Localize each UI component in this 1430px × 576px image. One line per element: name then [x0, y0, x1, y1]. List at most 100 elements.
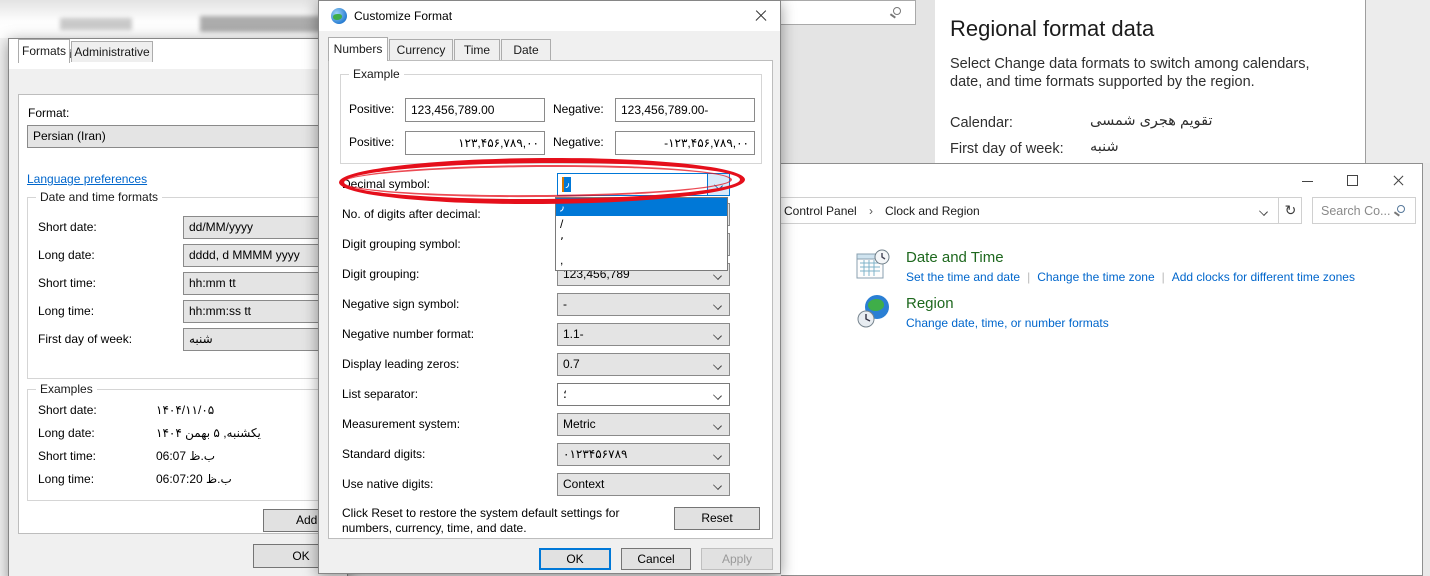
ex-long-date-value: یکشنبه, ۵ بهمن ۱۴۰۴	[156, 426, 261, 440]
use-native-digits-label: Use native digits:	[342, 477, 433, 491]
ok-button[interactable]: OK	[539, 548, 611, 570]
breadcrumb-current[interactable]: Clock and Region	[885, 204, 980, 218]
short-time-label: Short time:	[38, 276, 96, 290]
format-combobox[interactable]: Persian (Iran)	[27, 125, 333, 148]
positive-example-field: 123,456,789.00	[405, 98, 545, 122]
date-and-time-icon[interactable]	[855, 248, 891, 284]
display-leading-zeros-label: Display leading zeros:	[342, 357, 459, 371]
customize-format-dialog: Customize Format Numbers Currency Time D…	[318, 0, 781, 574]
tab-administrative[interactable]: Administrative	[71, 41, 153, 62]
positive-native-field: ۱۲۳,۴۵۶,۷۸۹,۰۰	[405, 131, 545, 155]
long-time-combobox[interactable]: hh:mm:ss tt	[183, 300, 325, 323]
maximize-icon	[1347, 175, 1358, 186]
region-link[interactable]: Region	[906, 295, 954, 312]
measurement-system-combobox[interactable]: Metric	[557, 413, 730, 436]
region-icon[interactable]	[857, 294, 893, 330]
cancel-button[interactable]: Cancel	[621, 548, 691, 570]
dropdown-option[interactable]: /	[556, 216, 727, 234]
long-date-combobox[interactable]: dddd, d MMMM yyyy	[183, 244, 325, 267]
digit-grouping-symbol-label: Digit grouping symbol:	[342, 237, 461, 251]
tab-numbers[interactable]: Numbers	[328, 37, 388, 61]
chevron-down-icon	[713, 331, 722, 340]
negative-label: Negative:	[553, 135, 604, 149]
customize-dialog-title: Customize Format	[354, 9, 452, 23]
long-time-label: Long time:	[38, 304, 94, 318]
tab-currency[interactable]: Currency	[389, 39, 453, 60]
short-time-combobox[interactable]: hh:mm tt	[183, 272, 325, 295]
group-title: Example	[349, 67, 404, 81]
maximize-button[interactable]	[1336, 171, 1370, 191]
address-bar[interactable]: Control Panel › Clock and Region ↻	[781, 197, 1302, 224]
list-separator-combobox[interactable]: ؛	[557, 383, 730, 406]
first-day-value: شنبه	[1090, 139, 1119, 155]
short-date-combobox[interactable]: dd/MM/yyyy	[183, 216, 325, 239]
first-day-combobox[interactable]: شنبه	[183, 328, 325, 351]
change-formats-link[interactable]: Change date, time, or number formats	[906, 316, 1109, 330]
ex-short-time-label: Short time:	[38, 449, 96, 463]
datetime-formats-group: Date and time formats Short date: dd/MM/…	[27, 197, 325, 379]
minimize-button[interactable]	[1291, 171, 1325, 191]
negative-sign-symbol-combobox[interactable]: -	[557, 293, 730, 316]
tab-date[interactable]: Date	[501, 39, 551, 60]
numbers-tab-page: Example Positive: 123,456,789.00 Negativ…	[328, 60, 773, 539]
negative-number-format-label: Negative number format:	[342, 327, 474, 341]
short-date-label: Short date:	[38, 220, 97, 234]
positive-label: Positive:	[349, 135, 394, 149]
negative-native-field: -۱۲۳,۴۵۶,۷۸۹,۰۰	[615, 131, 755, 155]
chevron-down-icon	[713, 361, 722, 370]
long-date-label: Long date:	[38, 248, 95, 262]
dropdown-option[interactable]: ٬	[556, 234, 727, 252]
standard-digits-combobox[interactable]: ۰۱۲۳۴۵۶۷۸۹	[557, 443, 730, 466]
apply-button[interactable]: Apply	[701, 548, 773, 570]
decimal-symbol-dropdown-list: ٫ / ٬ ,	[555, 197, 728, 271]
set-time-date-link[interactable]: Set the time and date	[906, 270, 1020, 284]
background-search-box[interactable]	[770, 0, 916, 25]
search-icon	[1397, 205, 1405, 213]
language-preferences-link[interactable]: Language preferences	[27, 172, 147, 186]
ex-short-date-value: ۱۴۰۴/۱۱/۰۵	[156, 403, 214, 417]
use-native-digits-combobox[interactable]: Context	[557, 473, 730, 496]
control-panel-search-input[interactable]: Search Co...	[1312, 197, 1416, 224]
dropdown-option[interactable]: ,	[556, 252, 727, 270]
close-button[interactable]	[1381, 171, 1415, 191]
search-placeholder: Search Co...	[1321, 204, 1390, 218]
ex-short-time-value: 06:07 ب.ظ	[156, 449, 215, 463]
desktop-strip	[1366, 0, 1430, 163]
group-title: Date and time formats	[36, 190, 162, 204]
standard-digits-label: Standard digits:	[342, 447, 425, 461]
calendar-label: Calendar:	[950, 115, 1013, 131]
chevron-down-icon	[713, 421, 722, 430]
settings-regional-format-panel: Regional format data Select Change data …	[935, 0, 1366, 163]
digit-grouping-label: Digit grouping:	[342, 267, 419, 281]
negative-number-format-combobox[interactable]: 1.1-	[557, 323, 730, 346]
add-clocks-link[interactable]: Add clocks for different time zones	[1172, 270, 1355, 284]
tab-formats[interactable]: Formats	[18, 39, 70, 63]
date-and-time-link[interactable]: Date and Time	[906, 249, 1004, 266]
reset-button[interactable]: Reset	[674, 507, 760, 530]
chevron-down-icon[interactable]	[1259, 207, 1268, 216]
region-dialog: Region Formats Administrative #region-pa…	[8, 38, 348, 576]
settings-description: Select Change data formats to switch amo…	[950, 55, 1342, 91]
desktop-strip	[0, 38, 8, 576]
measurement-system-label: Measurement system:	[342, 417, 460, 431]
tab-time[interactable]: Time	[454, 39, 500, 60]
negative-sign-symbol-label: Negative sign symbol:	[342, 297, 459, 311]
list-separator-label: List separator:	[342, 387, 418, 401]
negative-label: Negative:	[553, 102, 604, 116]
chevron-down-icon	[713, 391, 722, 400]
positive-label: Positive:	[349, 102, 394, 116]
first-day-label: First day of week:	[950, 141, 1064, 157]
chevron-down-icon	[713, 301, 722, 310]
first-day-label: First day of week:	[38, 332, 132, 346]
chevron-down-icon	[713, 451, 722, 460]
change-time-zone-link[interactable]: Change the time zone	[1037, 270, 1154, 284]
customize-dialog-titlebar[interactable]: Customize Format	[319, 1, 780, 31]
control-panel-window: Control Panel › Clock and Region ↻ Searc…	[781, 163, 1423, 576]
negative-example-field: 123,456,789.00-	[615, 98, 755, 122]
link-divider: |	[1020, 270, 1037, 284]
format-label: Format:	[28, 106, 69, 120]
close-button[interactable]	[754, 9, 768, 23]
refresh-button[interactable]: ↻	[1278, 198, 1302, 223]
breadcrumb-root[interactable]: Control Panel	[784, 204, 857, 218]
display-leading-zeros-combobox[interactable]: 0.7	[557, 353, 730, 376]
